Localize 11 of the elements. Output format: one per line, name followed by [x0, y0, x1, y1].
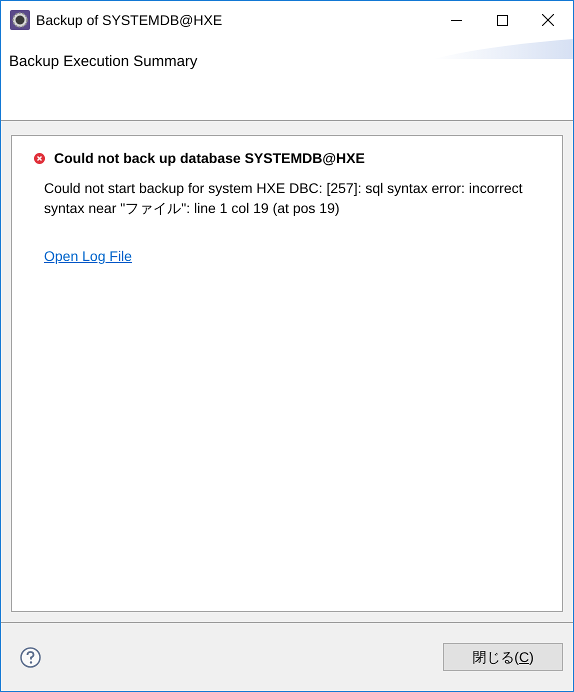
app-gear-icon	[10, 10, 30, 30]
help-icon[interactable]	[20, 646, 41, 668]
error-icon	[34, 153, 45, 164]
maximize-icon	[496, 14, 508, 26]
close-icon	[542, 14, 554, 26]
error-title: Could not back up database SYSTEMDB@HXE	[54, 149, 365, 168]
close-button[interactable]: 閉じる(C)	[443, 643, 563, 671]
window-title: Backup of SYSTEMDB@HXE	[36, 10, 222, 30]
open-log-link[interactable]: Open Log File	[44, 246, 132, 267]
header-title: Backup Execution Summary	[9, 52, 198, 72]
error-message: Could not start backup for system HXE DBC: [257]: sql syntax error: incorrect syntax near "ファイル": line 1 col 19 (at pos 19)	[44, 179, 524, 218]
